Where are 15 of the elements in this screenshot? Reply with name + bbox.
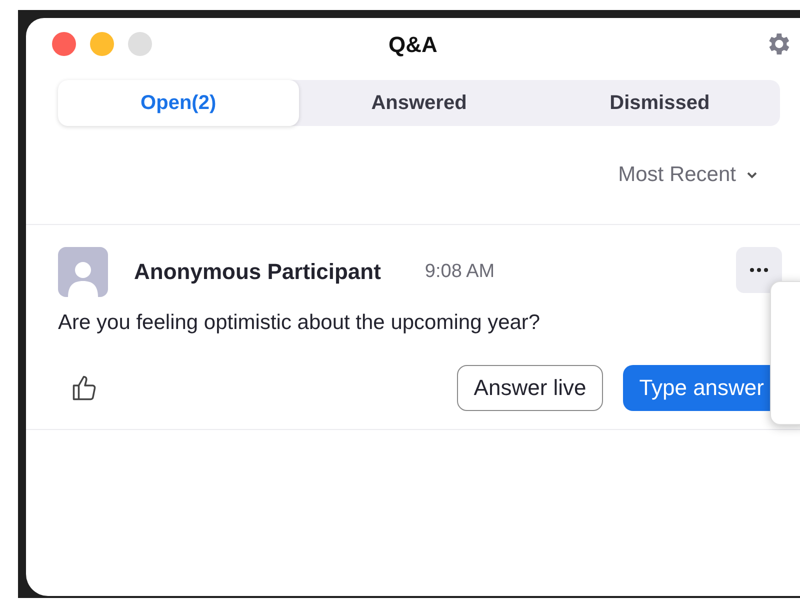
ellipsis-icon bbox=[749, 268, 769, 272]
tab[interactable]: Dismissed bbox=[539, 80, 780, 126]
chevron-icon bbox=[746, 171, 758, 179]
avatar-icon bbox=[58, 247, 108, 297]
author-name: Anonymous Participant bbox=[134, 259, 381, 285]
answer-button[interactable]: Answer live bbox=[456, 365, 604, 411]
more-button[interactable] bbox=[736, 247, 782, 293]
question-time: 9:08 AM bbox=[424, 261, 495, 283]
minimize-button[interactable] bbox=[90, 32, 114, 56]
close-button[interactable] bbox=[52, 32, 76, 56]
question-text: Are you feeling optimistic about the upcoming year? bbox=[58, 311, 542, 335]
tab[interactable]: Open(2) bbox=[58, 80, 299, 126]
window-title: Q&A bbox=[388, 32, 438, 58]
sort-dropdown[interactable]: Most Recent bbox=[618, 168, 758, 182]
tab[interactable]: Answered bbox=[298, 80, 540, 126]
